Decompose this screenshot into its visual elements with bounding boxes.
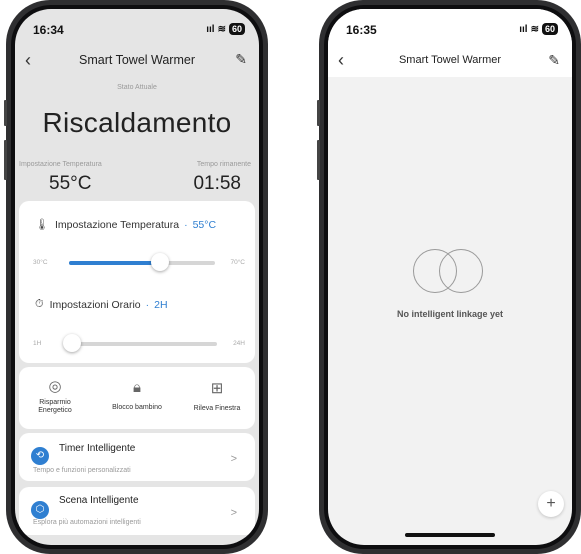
chevron-right-icon: >: [230, 507, 237, 519]
temperature-min-label: 30°C: [33, 259, 48, 266]
child-lock-label: Blocco bambino: [112, 404, 162, 411]
energy-save-button[interactable]: ◎ Risparmio Energetico: [23, 377, 87, 415]
temperature-value: 55°C: [192, 218, 217, 231]
add-button[interactable]: +: [538, 491, 564, 517]
status-bar: 16:35 ııl ≋ 60: [328, 9, 572, 43]
temperature-label: Impostazione Temperatura: [54, 218, 180, 231]
edit-icon[interactable]: ✎: [548, 52, 560, 69]
time-left-value: 01:58: [193, 173, 241, 194]
signal-icon: ııl: [519, 23, 528, 35]
side-button: [4, 140, 7, 180]
screen-right: 16:35 ııl ≋ 60 ‹ Smart Towel Warmer ✎ No…: [328, 9, 572, 545]
temperature-slider-fill: [69, 261, 161, 265]
screen-left: 16:34 ııl ≋ 60 ‹ Smart Towel Warmer ✎ St…: [15, 9, 259, 545]
status-time: 16:35: [346, 23, 377, 37]
window-detect-label: Rileva Finestra: [193, 405, 241, 412]
current-state-label: Stato Attuale: [117, 84, 157, 91]
settings-card: 🌡 Impostazione Temperatura · 55°C 30°C 7…: [19, 201, 255, 363]
temperature-setting-row: 🌡 Impostazione Temperatura · 55°C: [35, 218, 217, 232]
energy-save-icon: ◎: [48, 378, 62, 395]
smart-scene-subtitle: Esplora più automazioni intelligenti: [33, 519, 141, 526]
page-title: Smart Towel Warmer: [398, 54, 502, 66]
window-detect-icon: ⊞: [210, 380, 224, 397]
smart-timer-subtitle: Tempo e funzioni personalizzati: [33, 467, 131, 474]
separator: ·: [145, 298, 150, 311]
scene-icon: ⬡: [31, 501, 49, 519]
battery-icon: 60: [228, 23, 245, 35]
side-button: [317, 100, 320, 126]
temperature-slider[interactable]: [69, 253, 215, 271]
signal-icon: ııl: [206, 23, 215, 35]
temperature-slider-handle[interactable]: [151, 253, 170, 271]
side-button: [317, 140, 320, 180]
timer-icon: ⏱: [35, 298, 44, 310]
schedule-min-label: 1H: [33, 340, 42, 347]
phone-right: 16:35 ııl ≋ 60 ‹ Smart Towel Warmer ✎ No…: [317, 0, 581, 554]
page-title: Smart Towel Warmer: [79, 53, 195, 67]
energy-save-label-line1: Risparmio: [39, 399, 71, 406]
smart-timer-card[interactable]: ⟲ Timer Intelligente Tempo e funzioni pe…: [19, 433, 255, 481]
separator: ·: [184, 218, 188, 231]
smart-timer-title: Timer Intelligente: [59, 443, 136, 454]
temp-setting-label: Impostazione Temperatura: [19, 161, 102, 168]
edit-icon[interactable]: ✎: [235, 51, 247, 68]
smart-scene-card[interactable]: ⬡ Scena Intelligente Esplora più automaz…: [19, 487, 255, 535]
wifi-icon: ≋: [217, 23, 226, 35]
empty-state-message: No intelligent linkage yet: [396, 309, 504, 319]
home-indicator: [405, 533, 495, 537]
nav-bar: ‹ Smart Towel Warmer ✎: [328, 43, 572, 77]
battery-icon: 60: [541, 23, 558, 35]
child-lock-icon: 🔒︎: [133, 379, 141, 396]
schedule-setting-row: ⏱ Impostazioni Orario · 2H: [35, 298, 168, 311]
schedule-label: Impostazioni Orario: [49, 298, 141, 311]
functions-card: ◎ Risparmio Energetico 🔒︎ Blocco bambino…: [19, 367, 255, 429]
status-icons: ııl ≋ 60: [519, 23, 558, 35]
timer-icon: ⟲: [31, 447, 49, 465]
nav-bar: ‹ Smart Towel Warmer ✎: [15, 49, 259, 73]
status-icons: ııl ≋ 60: [206, 23, 245, 35]
status-time: 16:34: [33, 23, 64, 37]
time-left-label: Tempo rimanente: [196, 161, 251, 168]
schedule-max-label: 24H: [233, 340, 245, 347]
schedule-slider[interactable]: [62, 334, 217, 352]
chevron-right-icon: >: [230, 453, 237, 465]
status-bar: 16:34 ııl ≋ 60: [15, 9, 259, 43]
wifi-icon: ≋: [530, 23, 539, 35]
side-button: [4, 100, 7, 126]
schedule-value: 2H: [154, 298, 168, 311]
smart-scene-title: Scena Intelligente: [59, 495, 139, 506]
schedule-slider-handle[interactable]: [62, 334, 81, 352]
child-lock-button[interactable]: 🔒︎ Blocco bambino: [97, 379, 177, 412]
energy-save-label-line2: Energetico: [38, 407, 72, 414]
temp-setting-value: 55°C: [49, 173, 92, 194]
temperature-max-label: 70°C: [230, 259, 245, 266]
linkage-empty-icon: [413, 249, 483, 293]
window-detect-button[interactable]: ⊞ Rileva Finestra: [185, 379, 249, 413]
phone-left: 16:34 ııl ≋ 60 ‹ Smart Towel Warmer ✎ St…: [4, 0, 268, 554]
thermometer-icon: 🌡: [35, 219, 49, 231]
circle-icon: [439, 249, 483, 293]
mode-text: Riscaldamento: [42, 107, 232, 138]
